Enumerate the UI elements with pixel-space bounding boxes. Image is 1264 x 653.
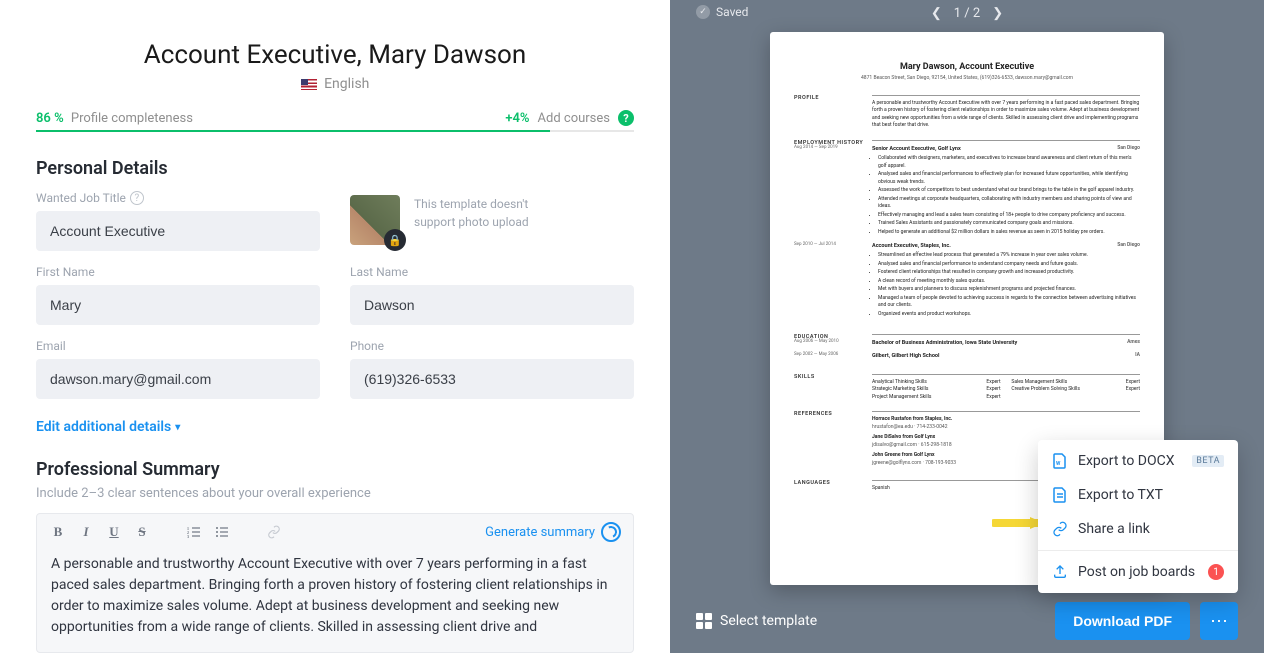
download-pdf-button[interactable]: Download PDF <box>1055 602 1190 640</box>
progress-percent: 86 % <box>36 111 64 126</box>
cv-skills-label: SKILLS <box>794 374 872 402</box>
export-dropdown: W Export to DOCX BETA Export to TXT Shar… <box>1038 440 1238 593</box>
form-panel: Account Executive, Mary Dawson English 8… <box>0 0 670 653</box>
pager: ❮ 1 / 2 ❯ <box>931 6 1003 21</box>
summary-textarea[interactable]: A personable and trustworthy Account Exe… <box>37 550 633 652</box>
section-summary-hint: Include 2–3 clear sentences about your o… <box>36 486 634 501</box>
select-template-button[interactable]: Select template <box>696 613 817 629</box>
cv-name: Mary Dawson, Account Executive <box>794 62 1140 72</box>
doc-icon: W <box>1052 453 1068 469</box>
page-indicator: 1 / 2 <box>954 6 980 21</box>
first-name-label: First Name <box>36 265 320 279</box>
job-title-input[interactable] <box>36 211 320 251</box>
editor-toolbar: B I U S 123 Generate summary <box>37 514 633 550</box>
txt-icon <box>1052 487 1068 503</box>
export-txt-item[interactable]: Export to TXT <box>1038 478 1238 512</box>
progress-bar <box>36 130 634 132</box>
more-menu-button[interactable]: ⋯ <box>1200 602 1238 640</box>
underline-icon[interactable]: U <box>105 523 123 541</box>
progress-fill <box>36 130 550 132</box>
notification-badge: 1 <box>1208 564 1224 580</box>
ordered-list-icon[interactable]: 123 <box>185 523 203 541</box>
progress-tip-label[interactable]: Add courses <box>538 111 610 126</box>
summary-editor: B I U S 123 Generate summary <box>36 513 634 653</box>
phone-label: Phone <box>350 339 634 353</box>
language-row[interactable]: English <box>36 76 634 92</box>
generate-summary-link[interactable]: Generate summary <box>485 522 621 542</box>
last-name-label: Last Name <box>350 265 634 279</box>
preview-panel: ✓ Saved ❮ 1 / 2 ❯ Mary Dawson, Account E… <box>670 0 1264 653</box>
italic-icon[interactable]: I <box>77 523 95 541</box>
cv-ref-label: REFERENCES <box>794 411 872 470</box>
last-name-input[interactable] <box>350 285 634 325</box>
email-input[interactable] <box>36 359 320 399</box>
upload-icon <box>1052 564 1068 580</box>
chevron-right-icon[interactable]: ❯ <box>992 6 1003 21</box>
grid-icon <box>696 613 712 629</box>
photo-thumbnail[interactable]: 🔒 <box>350 195 400 245</box>
progress-row: 86 % Profile completeness +4% Add course… <box>36 110 634 126</box>
language-label: English <box>324 76 369 92</box>
svg-text:3: 3 <box>187 534 189 539</box>
flag-icon <box>301 79 317 90</box>
strike-icon[interactable]: S <box>133 523 151 541</box>
job-title-label: Wanted Job Title ? <box>36 191 320 205</box>
cv-profile-label: PROFILE <box>794 95 872 130</box>
chevron-down-icon: ▾ <box>175 422 180 433</box>
cv-contact: 4871 Beacon Street, San Diego, 92154, Un… <box>794 75 1140 81</box>
page-title: Account Executive, Mary Dawson <box>36 40 634 70</box>
link-icon <box>1052 521 1068 537</box>
cv-emp-body: Aug 2014 — Sep 2019Senior Account Execut… <box>872 140 1140 325</box>
svg-text:W: W <box>1056 461 1061 467</box>
post-job-boards-item[interactable]: Post on job boards 1 <box>1038 555 1238 589</box>
preview-bottom-bar: Select template Download PDF ⋯ <box>670 589 1264 653</box>
refresh-icon <box>601 522 621 542</box>
edit-additional-link[interactable]: Edit additional details ▾ <box>36 419 180 435</box>
progress-label: Profile completeness <box>71 111 193 126</box>
preview-top-bar: ✓ Saved ❮ 1 / 2 ❯ <box>670 0 1264 28</box>
progress-tip-plus: +4% <box>505 111 529 126</box>
cv-skills-body: Analytical Thinking SkillsExpertSales Ma… <box>872 374 1140 402</box>
cv-profile-body: A personable and trustworthy Account Exe… <box>872 95 1140 130</box>
section-summary-title: Professional Summary <box>36 459 634 480</box>
cv-emp-label: EMPLOYMENT HISTORY <box>794 140 872 325</box>
bold-icon[interactable]: B <box>49 523 67 541</box>
email-label: Email <box>36 339 320 353</box>
beta-badge: BETA <box>1192 455 1224 467</box>
phone-input[interactable] <box>350 359 634 399</box>
photo-note: This template doesn't support photo uplo… <box>414 195 564 231</box>
cv-edu-body: Aug 2006 — May 2010Bachelor of Business … <box>872 334 1140 364</box>
cv-lang-label: LANGUAGES <box>794 480 872 493</box>
help-icon[interactable]: ? <box>130 191 144 205</box>
export-docx-item[interactable]: W Export to DOCX BETA <box>1038 444 1238 478</box>
check-icon: ✓ <box>696 5 710 19</box>
chevron-left-icon[interactable]: ❮ <box>931 6 942 21</box>
link-icon[interactable] <box>265 523 283 541</box>
first-name-input[interactable] <box>36 285 320 325</box>
saved-indicator: ✓ Saved <box>696 5 748 19</box>
section-personal-title: Personal Details <box>36 158 634 179</box>
unordered-list-icon[interactable] <box>213 523 231 541</box>
share-link-item[interactable]: Share a link <box>1038 512 1238 546</box>
lock-icon: 🔒 <box>384 229 406 251</box>
separator <box>1038 550 1238 551</box>
help-icon[interactable]: ? <box>618 110 634 126</box>
